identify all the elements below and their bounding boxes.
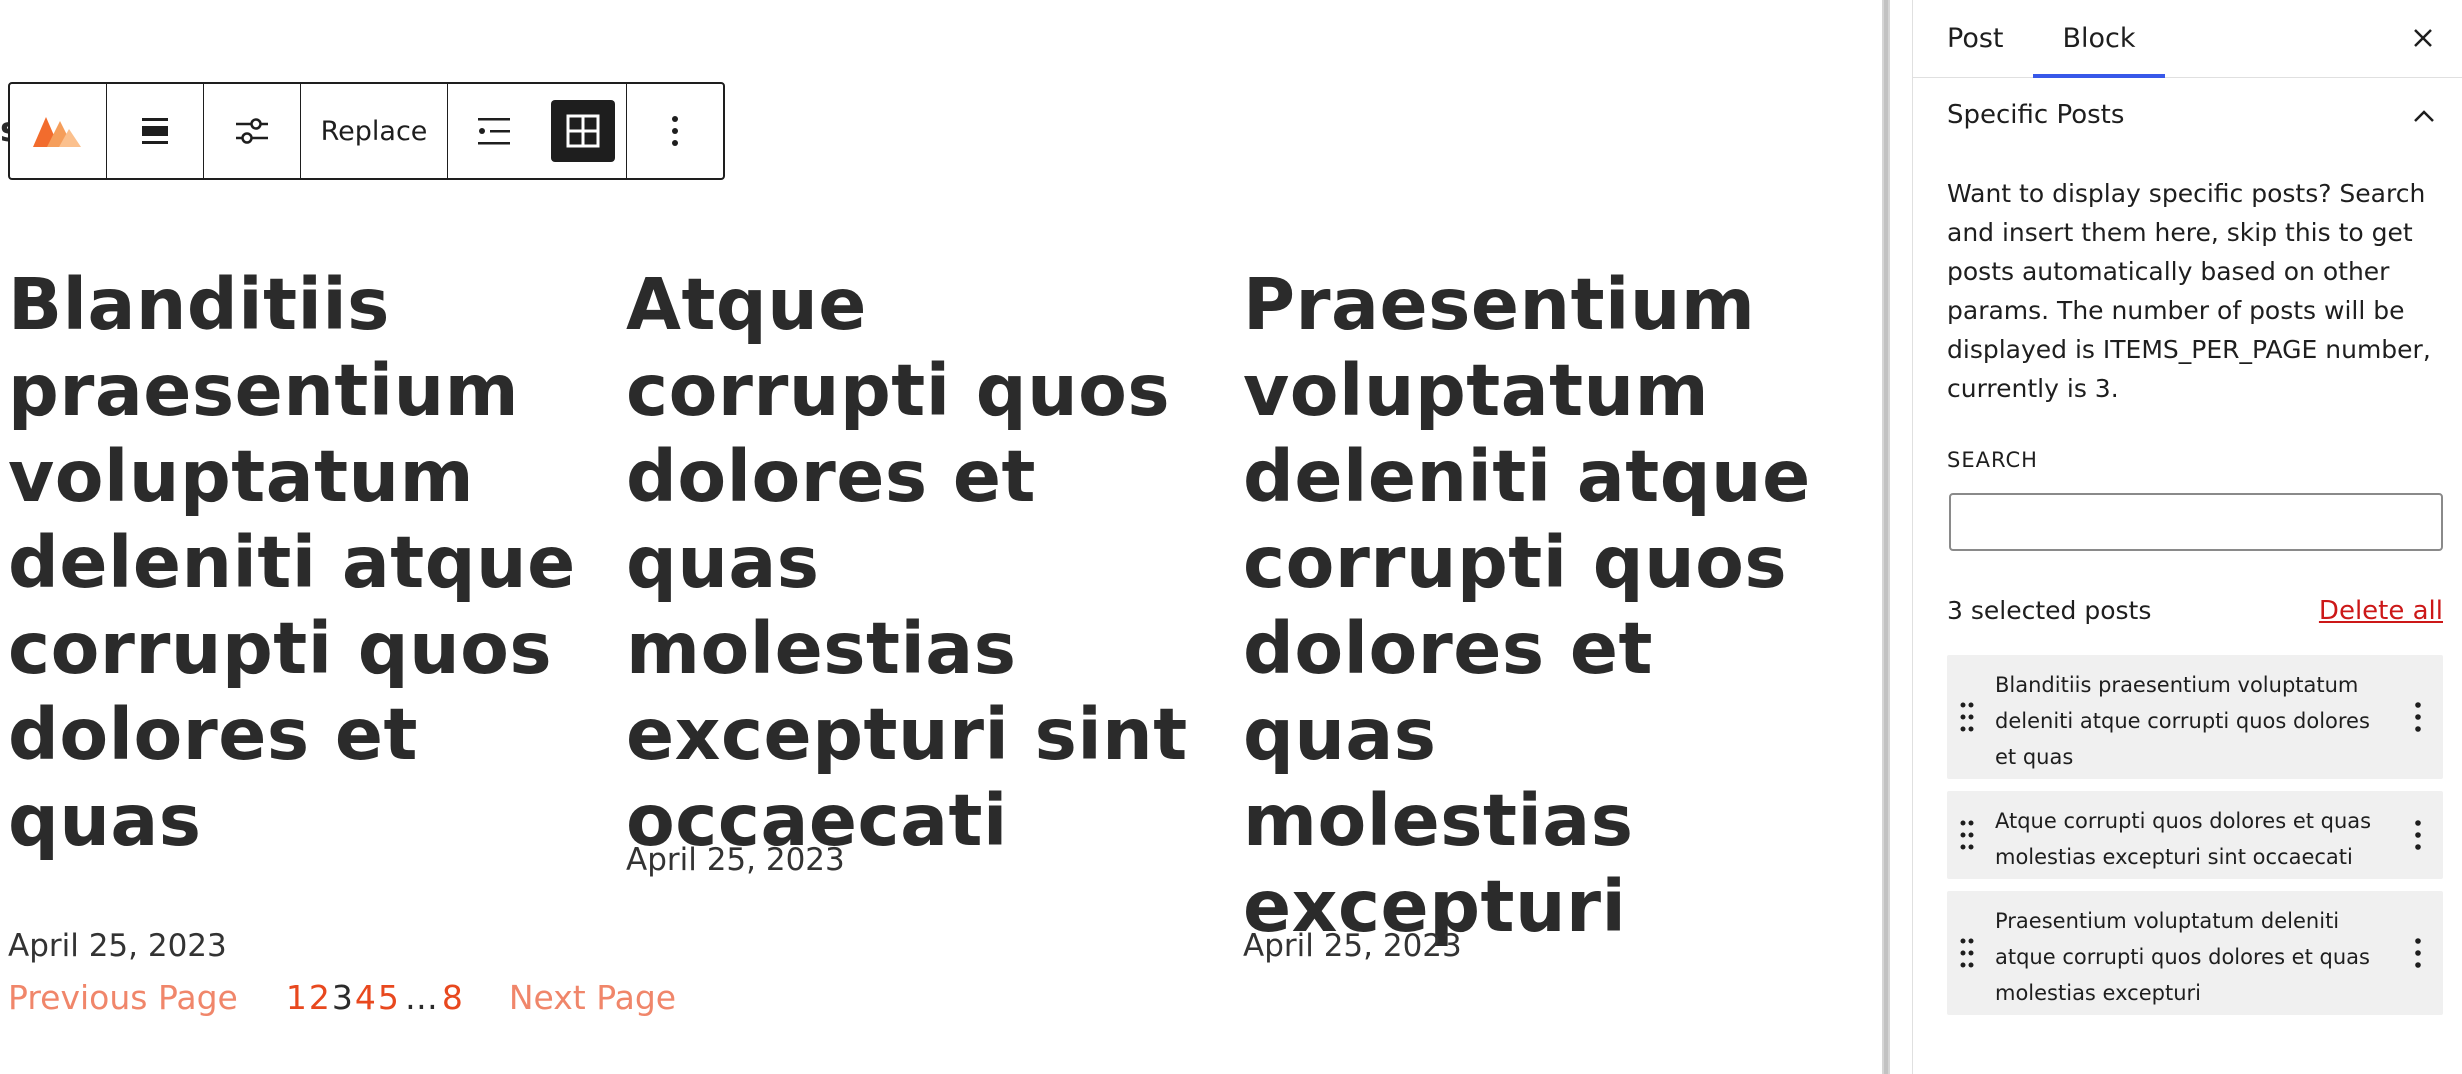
selected-post-item[interactable]: Praesentium voluptatum deleniti atque co…: [1947, 891, 2443, 1015]
block-type-icon: [33, 117, 81, 147]
align-button[interactable]: [107, 84, 203, 178]
page-number-current: 3: [331, 978, 353, 1017]
post-date: April 25, 2023: [8, 928, 227, 964]
settings-sidebar: Post Block Specific Posts Want to displa…: [1912, 0, 2462, 1074]
block-type-button[interactable]: [10, 84, 106, 178]
list-view-icon: [478, 118, 510, 145]
post-card: Atque corrupti quos dolores et quas mole…: [626, 262, 1206, 864]
editor-canvas: s: [0, 0, 1882, 1074]
drag-handle-icon[interactable]: [1959, 818, 1975, 852]
post-date: April 25, 2023: [626, 842, 845, 878]
selected-post-title: Blanditiis praesentium voluptatum deleni…: [1995, 673, 2370, 769]
next-page-link[interactable]: Next Page: [509, 978, 676, 1017]
more-options-icon[interactable]: [2413, 818, 2423, 852]
selected-post-title: Atque corrupti quos dolores et quas mole…: [1995, 809, 2372, 869]
page-ellipsis: …: [404, 978, 438, 1017]
delete-all-button[interactable]: Delete all: [2319, 596, 2443, 626]
panel-description: Want to display specific posts? Search a…: [1947, 179, 2431, 403]
post-title[interactable]: Atque corrupti quos dolores et quas mole…: [626, 262, 1206, 864]
post-title[interactable]: Praesentium voluptatum deleniti atque co…: [1243, 262, 1823, 950]
post-card: Blanditiis praesentium voluptatum deleni…: [8, 262, 588, 864]
tab-block[interactable]: Block: [2033, 0, 2165, 78]
page-number-link[interactable]: 8: [442, 978, 463, 1017]
post-title[interactable]: Blanditiis praesentium voluptatum deleni…: [8, 262, 588, 864]
selected-post-title: Praesentium voluptatum deleniti atque co…: [1995, 909, 2370, 1005]
block-toolbar: Replace: [8, 82, 725, 180]
post-card: Praesentium voluptatum deleniti atque co…: [1243, 262, 1823, 950]
sidebar-tabs: Post Block: [1913, 0, 2462, 78]
selected-count: 3 selected posts: [1947, 596, 2152, 625]
previous-page-link[interactable]: Previous Page: [8, 978, 238, 1017]
selected-post-item[interactable]: Atque corrupti quos dolores et quas mole…: [1947, 791, 2443, 879]
settings-button[interactable]: [204, 84, 300, 178]
panel-resize-handle[interactable]: [1882, 0, 1890, 1074]
page-number-link[interactable]: 5: [378, 978, 399, 1017]
more-options-button[interactable]: [627, 84, 723, 178]
page-number-link[interactable]: 4: [355, 978, 376, 1017]
tab-post[interactable]: Post: [1947, 0, 2004, 77]
page-number-link[interactable]: 2: [309, 978, 330, 1017]
toolbar-group-block-type: [10, 84, 107, 178]
toolbar-group-align: [107, 84, 204, 178]
selected-post-item[interactable]: Blanditiis praesentium voluptatum deleni…: [1947, 655, 2443, 779]
search-input[interactable]: [1949, 493, 2443, 551]
pagination: Previous Page 1 2 3 4 5 … 8 Next Page: [8, 978, 676, 1017]
grid-view-icon: [566, 114, 600, 148]
grid-view-active: [551, 100, 615, 162]
page-number-link[interactable]: 1: [286, 978, 307, 1017]
more-options-icon[interactable]: [2413, 700, 2423, 734]
more-options-icon: [672, 116, 678, 146]
list-view-button[interactable]: [448, 84, 540, 178]
toolbar-group-settings: [204, 84, 301, 178]
chevron-up-icon[interactable]: [2407, 100, 2441, 134]
toolbar-group-more: [627, 84, 723, 178]
post-date: April 25, 2023: [1243, 928, 1462, 964]
toolbar-group-replace: Replace: [301, 84, 448, 178]
drag-handle-icon[interactable]: [1959, 936, 1975, 970]
more-options-icon[interactable]: [2413, 936, 2423, 970]
toolbar-group-layout: [448, 84, 627, 178]
panel-section-title[interactable]: Specific Posts: [1947, 100, 2124, 130]
drag-handle-icon[interactable]: [1959, 700, 1975, 734]
replace-button[interactable]: Replace: [301, 84, 447, 178]
grid-view-button[interactable]: [540, 84, 626, 178]
align-icon: [142, 118, 168, 144]
settings-sliders-icon: [236, 118, 268, 144]
search-label: SEARCH: [1947, 448, 2038, 472]
close-icon[interactable]: [2403, 18, 2443, 58]
